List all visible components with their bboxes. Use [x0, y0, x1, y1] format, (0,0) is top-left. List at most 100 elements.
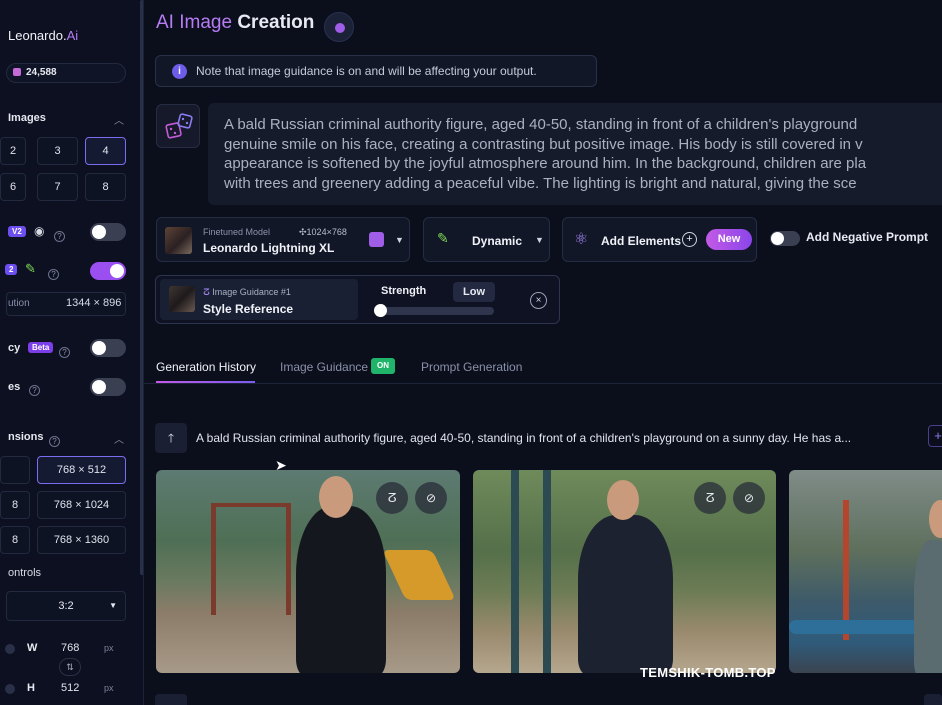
- arrow-up-icon[interactable]: 🡑: [155, 423, 187, 453]
- dimension-768x512[interactable]: 768 × 512: [37, 456, 126, 484]
- tab-prompt-generation[interactable]: Prompt Generation: [421, 360, 522, 374]
- tab-generation-history[interactable]: Generation History: [156, 360, 256, 374]
- help-icon[interactable]: ?: [54, 227, 65, 245]
- token-icon: [13, 68, 21, 76]
- image-count-4[interactable]: 4: [85, 137, 126, 165]
- image-count-7[interactable]: 7: [37, 173, 78, 201]
- toggle-knob: [92, 225, 106, 239]
- height-value[interactable]: 512: [61, 682, 79, 694]
- model-thumbnail: [165, 227, 192, 254]
- lock-icon[interactable]: [5, 684, 15, 694]
- image-count-6[interactable]: 6: [0, 173, 26, 201]
- guidance-reference[interactable]: ⵒ Image Guidance #1 Style Reference: [160, 279, 358, 320]
- add-elements-label: Add Elements: [601, 234, 682, 248]
- image-count-3[interactable]: 3: [37, 137, 78, 165]
- toggle-knob: [92, 380, 106, 394]
- hide-icon[interactable]: ⊘: [415, 482, 447, 514]
- style-selector[interactable]: ✎ Dynamic ▼: [423, 217, 550, 262]
- slider-knob[interactable]: [374, 304, 387, 317]
- next-row-add[interactable]: [924, 694, 942, 705]
- dimension-left-3[interactable]: 8: [0, 526, 30, 554]
- generated-image[interactable]: ⵒ ⊘: [473, 470, 776, 673]
- token-balance[interactable]: 24,588: [6, 63, 126, 83]
- dimension-768x1024[interactable]: 768 × 1024: [37, 491, 126, 519]
- lock-icon[interactable]: [5, 644, 15, 654]
- prompt-textarea[interactable]: A bald Russian criminal authority figure…: [208, 103, 942, 205]
- swing-frame: [286, 505, 291, 615]
- strength-value[interactable]: Low: [453, 282, 495, 302]
- privacy-label: cy: [8, 342, 21, 354]
- guidance-caption-text: Image Guidance #1: [212, 287, 291, 297]
- climbing-frame: [511, 470, 519, 673]
- guidance-on-badge: ON: [371, 358, 395, 374]
- title-gradient: AI Image: [156, 12, 233, 33]
- width-value[interactable]: 768: [61, 642, 79, 654]
- resolution-label: ution: [8, 298, 30, 309]
- negative-prompt-toggle[interactable]: [770, 231, 800, 246]
- sparkle-icon: ✎: [437, 230, 449, 246]
- app-logo[interactable]: Leonardo.Ai: [8, 28, 78, 43]
- tiles-label: es: [8, 381, 21, 393]
- beta-badge: Beta: [28, 342, 54, 353]
- tutorial-icon[interactable]: [324, 12, 354, 42]
- token-count: 24,588: [26, 67, 57, 78]
- person-head: [319, 476, 353, 518]
- generated-image[interactable]: ⵒ ⊘: [156, 470, 460, 673]
- chevron-down-icon: ▼: [395, 235, 404, 245]
- next-row-button[interactable]: [155, 694, 187, 705]
- style-value: Dynamic: [472, 234, 523, 248]
- person-figure: [914, 540, 942, 673]
- climbing-frame: [543, 470, 551, 673]
- guidance-thumbnail: [169, 286, 195, 312]
- sparkle-icon: ✎: [25, 261, 36, 276]
- history-prompt[interactable]: A bald Russian criminal authority figure…: [196, 431, 851, 445]
- toggle-knob: [771, 232, 784, 245]
- swing-frame: [211, 505, 216, 615]
- notice-text: Note that image guidance is on and will …: [196, 64, 537, 78]
- dice-icon[interactable]: [156, 104, 200, 148]
- tab-image-guidance[interactable]: Image Guidance: [280, 360, 368, 374]
- tiles-toggle[interactable]: [90, 378, 126, 396]
- help-icon[interactable]: ?: [48, 265, 59, 283]
- logo-ai: Ai: [66, 28, 79, 43]
- main-panel: AI Image Creation i Note that image guida…: [144, 0, 942, 705]
- privacy-toggle[interactable]: [90, 339, 126, 357]
- close-icon[interactable]: ×: [530, 292, 547, 309]
- aspect-ratio-value: 3:2: [58, 600, 74, 612]
- dimension-768x1360[interactable]: 768 × 1360: [37, 526, 126, 554]
- image-count-8[interactable]: 8: [85, 173, 126, 201]
- generated-image[interactable]: [789, 470, 942, 673]
- person-figure: [578, 515, 673, 673]
- add-icon[interactable]: +: [928, 425, 942, 447]
- help-icon[interactable]: ?: [59, 343, 70, 361]
- dimension-left-1[interactable]: [0, 456, 30, 484]
- help-icon[interactable]: ?: [29, 381, 40, 399]
- chevron-up-icon[interactable]: ︿: [114, 112, 124, 127]
- model-selector[interactable]: Finetuned Model ✣1024×768 Leonardo Light…: [156, 217, 410, 262]
- image-count-2[interactable]: 2: [0, 137, 26, 165]
- add-elements-button[interactable]: ⚛ Add Elements + New: [562, 217, 757, 262]
- controls-label: ontrols: [8, 567, 42, 579]
- title-plain: Creation: [237, 12, 315, 33]
- strength-slider[interactable]: [374, 304, 494, 317]
- tab-bar: Generation History Image Guidance ON Pro…: [144, 352, 942, 384]
- negative-prompt-label: Add Negative Prompt: [806, 230, 929, 244]
- slide: [382, 550, 456, 600]
- aspect-ratio-select[interactable]: 3:2 ▼: [6, 591, 126, 621]
- alchemy-toggle[interactable]: [90, 262, 126, 280]
- dimensions-label: nsions: [8, 431, 44, 443]
- atom-icon: ⚛: [574, 231, 589, 248]
- hide-icon[interactable]: ⊘: [733, 482, 765, 514]
- dimension-left-2[interactable]: 8: [0, 491, 30, 519]
- logo-text: Leonardo.: [8, 28, 67, 43]
- v2-toggle[interactable]: [90, 223, 126, 241]
- tutorial-dot: [335, 23, 345, 33]
- remix-icon[interactable]: ⵒ: [376, 482, 408, 514]
- model-edit-icon[interactable]: [369, 232, 384, 247]
- help-icon[interactable]: ?: [49, 432, 60, 450]
- swap-icon[interactable]: ⇅: [59, 658, 81, 676]
- remix-icon[interactable]: ⵒ: [694, 482, 726, 514]
- watermark: TEMSHIK-TOMB.TOP: [640, 665, 776, 680]
- v2-badge-2: 2: [5, 264, 18, 275]
- chevron-up-icon[interactable]: ︿: [114, 431, 124, 446]
